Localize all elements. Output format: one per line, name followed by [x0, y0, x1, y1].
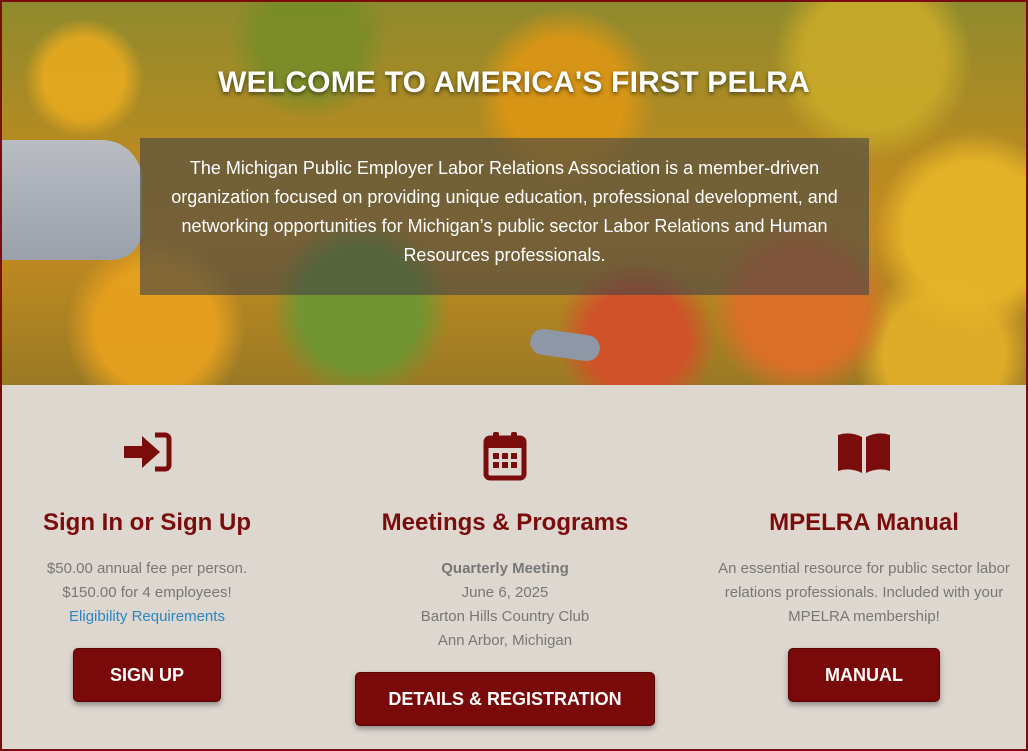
event-venue: Barton Hills Country Club: [420, 608, 590, 625]
event-date: June 6, 2025: [461, 584, 549, 601]
hero-description-box: The Michigan Public Employer Labor Relat…: [140, 138, 869, 295]
manual-button[interactable]: MANUAL: [788, 648, 940, 702]
sign-up-button[interactable]: SIGN UP: [73, 648, 221, 702]
features-section: Sign In or Sign Up $50.00 annual fee per…: [2, 385, 1026, 749]
signup-title: Sign In or Sign Up: [43, 509, 251, 536]
sign-in-icon: [124, 432, 172, 472]
hero-description: The Michigan Public Employer Labor Relat…: [171, 158, 838, 265]
signup-description: $50.00 annual fee per person. $150.00 fo…: [2, 557, 292, 629]
book-icon: [838, 433, 890, 473]
details-registration-button[interactable]: DETAILS & REGISTRATION: [355, 672, 655, 726]
lake-image-area: [2, 140, 142, 260]
page-frame: WELCOME TO AMERICA'S FIRST PELRA The Mic…: [0, 0, 1028, 751]
fee-line-1: $50.00 annual fee per person.: [46, 560, 248, 577]
hero-banner: WELCOME TO AMERICA'S FIRST PELRA The Mic…: [2, 2, 1026, 385]
event-location: Ann Arbor, Michigan: [437, 632, 573, 649]
eligibility-link[interactable]: Eligibility Requirements: [2, 605, 292, 629]
meetings-description: Quarterly Meeting June 6, 2025 Barton Hi…: [332, 557, 678, 653]
fee-line-2: $150.00 for 4 employees!: [62, 584, 232, 601]
meetings-title: Meetings & Programs: [381, 509, 629, 536]
manual-title: MPELRA Manual: [769, 509, 959, 536]
river-image-area: [528, 327, 602, 363]
calendar-icon: [483, 432, 527, 481]
hero-title: WELCOME TO AMERICA'S FIRST PELRA: [218, 66, 810, 99]
manual-description: An essential resource for public sector …: [718, 560, 1010, 625]
event-name: Quarterly Meeting: [441, 560, 569, 577]
